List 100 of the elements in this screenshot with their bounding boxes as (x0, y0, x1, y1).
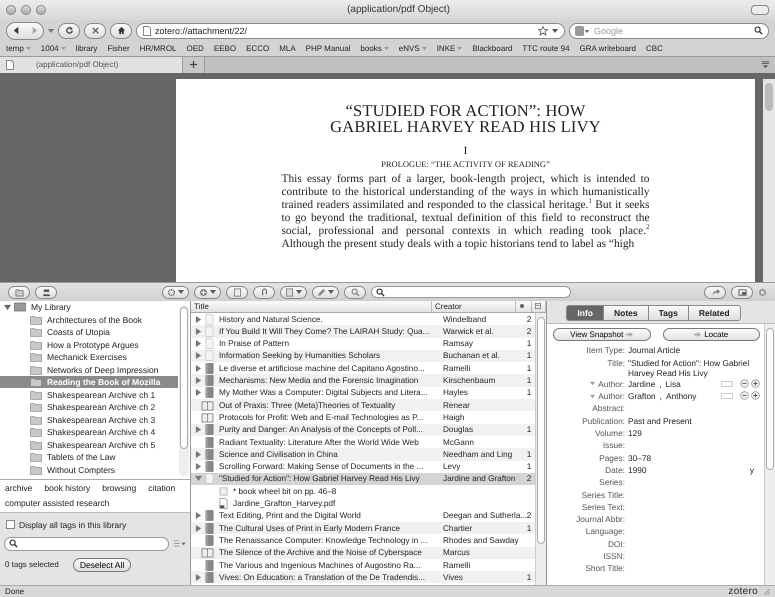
disclosure-triangle-icon[interactable] (194, 426, 202, 434)
collection-item[interactable]: Shakespearean Archive ch 1 (0, 388, 178, 401)
pane-tab[interactable]: Tags (648, 304, 689, 321)
author-last-name[interactable]: Grafton (628, 391, 656, 402)
collection-item[interactable]: How a Prototype Argues (0, 338, 178, 351)
search-icon[interactable] (754, 26, 763, 36)
browser-tab[interactable]: (application/pdf Object) (0, 56, 183, 72)
minus-icon[interactable] (740, 378, 749, 388)
new-note-button[interactable] (226, 286, 248, 298)
close-icon[interactable] (758, 288, 767, 296)
collection-item[interactable]: Shakespearean Archive ch 4 (0, 426, 178, 438)
tab-list-icon[interactable] (761, 60, 770, 70)
new-group-button[interactable] (35, 286, 57, 298)
collection-item[interactable]: Without Compters (0, 463, 178, 476)
address-field[interactable]: zotero://attachment/22/ (136, 22, 565, 39)
disclosure-triangle-icon[interactable] (194, 574, 202, 581)
locate-button[interactable]: Locate (662, 328, 760, 341)
scrollbar[interactable] (764, 324, 775, 585)
stop-button[interactable] (84, 22, 106, 39)
tag-item[interactable]: computer assisted research (5, 498, 110, 508)
reload-button[interactable] (58, 22, 80, 39)
bookmark-item[interactable]: GRA writeboard (580, 44, 636, 54)
item-row[interactable]: Mechanisms: New Media and the Forensic Imagination Kirschenbaum 1 (191, 374, 535, 387)
item-row[interactable]: If You Build It Will They Come? The LAIRAH Study: Qua... Warwick et al. 2 (191, 325, 535, 338)
bookmark-item[interactable]: library (76, 44, 98, 54)
zoom-window-button[interactable] (36, 4, 46, 15)
plus-icon[interactable] (751, 378, 760, 388)
tag-item[interactable]: citation (148, 483, 176, 494)
fullscreen-button[interactable] (731, 286, 753, 298)
sync-button[interactable] (704, 286, 726, 298)
item-row[interactable]: Purity and Danger: An Analysis of the Concepts of Poll... Douglas 1 (191, 424, 535, 436)
bookmark-item[interactable]: HR/MROL (140, 44, 176, 54)
home-button[interactable] (110, 22, 132, 39)
plus-icon[interactable] (751, 391, 760, 400)
new-tab-button[interactable] (183, 56, 205, 72)
link-button[interactable] (253, 286, 275, 298)
tag-item[interactable]: archive (5, 483, 32, 494)
item-row[interactable]: Le diverse et artificiose machine del Capitano Agostino... Ramelli 1 (191, 362, 535, 374)
item-row[interactable]: Out of Praxis: Three (Meta)Theories of Textuality Renear (191, 399, 535, 412)
bookmark-item[interactable]: ECCO (246, 44, 270, 54)
item-row[interactable]: Text Editing, Print and the Digital World Deegan and Sutherla...2 (191, 510, 535, 522)
item-row[interactable]: In Praise of Pattern Ramsay 1 (191, 338, 535, 350)
bookmark-item[interactable]: OED (186, 44, 204, 54)
column-header[interactable]: Creator (432, 300, 516, 312)
menu-icon[interactable] (173, 539, 186, 548)
pane-tab[interactable]: Notes (603, 304, 649, 321)
scrollbar[interactable] (535, 312, 546, 585)
close-window-button[interactable] (6, 4, 16, 15)
pane-tab[interactable]: Related (688, 304, 741, 321)
attachment-row[interactable]: Jardine_Grafton_Harvey.pdf (191, 497, 535, 510)
caret-icon[interactable] (590, 394, 596, 399)
item-row[interactable]: The Renaissance Computer: Knowledge Technology in ... Rhodes and Sawday (191, 534, 535, 547)
scrollbar[interactable] (763, 78, 775, 282)
field-value[interactable]: 1990 (628, 464, 750, 475)
author-last-name[interactable]: Jardine (628, 378, 656, 389)
actions-menu-button[interactable] (162, 286, 189, 298)
author-first-name[interactable]: Lisa (666, 378, 716, 389)
collection-item[interactable]: Architectures of the Book (0, 313, 178, 326)
field-value[interactable]: "Studied for Action": How Gabriel Harvey Read His Livy (628, 358, 760, 378)
column-header[interactable]: Title (191, 300, 432, 312)
bookmark-item[interactable]: temp (6, 44, 31, 54)
bookmark-item[interactable]: EEBO (214, 44, 236, 54)
item-row[interactable]: History and Natural Science. Windelband 2 (191, 312, 535, 326)
item-row[interactable]: Science and Civilisation in China Needham and Ling 1 (191, 448, 535, 460)
bookmark-item[interactable]: Blackboard (472, 44, 512, 54)
bookmark-item[interactable]: Fisher (107, 44, 130, 54)
search-engine-icon[interactable] (575, 26, 589, 36)
bookmark-item[interactable]: CBC (646, 44, 663, 54)
attachment-row[interactable]: * book wheel bit on pp. 46–8 (191, 485, 535, 498)
item-row[interactable]: Scrolling Forward: Making Sense of Documents in the ... Levy 1 (191, 460, 535, 473)
minimize-window-button[interactable] (21, 4, 31, 15)
item-row[interactable]: Vives: On Education: a Translation of the De Tradendis... Vives 1 (191, 571, 535, 584)
disclosure-triangle-icon[interactable] (4, 304, 11, 311)
item-row[interactable]: The Cultural Uses of Print in Early Modern France Chartier 1 (191, 522, 535, 534)
checkbox[interactable] (6, 520, 15, 530)
caret-icon[interactable] (590, 381, 596, 386)
bookmark-item[interactable]: INKE (436, 44, 462, 54)
column-picker[interactable] (532, 300, 546, 312)
field-value[interactable]: 129 (628, 428, 760, 438)
item-row[interactable]: "Studied for Action": How Gabriel Harvey Read His Livy Jardine and Grafton 2 (191, 472, 535, 486)
item-row[interactable]: Protocols for Profit: Web and E-mail Technologies as P... Haigh (191, 411, 535, 424)
minus-icon[interactable] (740, 391, 749, 400)
annotate-menu-button[interactable] (312, 286, 339, 298)
scrollbar[interactable] (179, 304, 189, 477)
item-row[interactable]: Information Seeking by Humanities Scholars Buchanan et al. 1 (191, 350, 535, 362)
tag-search-field[interactable] (4, 536, 169, 551)
tag-item[interactable]: browsing (102, 483, 136, 494)
field-value[interactable]: Past and Present (628, 416, 760, 426)
locate-toolbar-button[interactable] (344, 286, 366, 298)
collection-item[interactable]: Mechanick Exercises (0, 350, 178, 364)
field-value[interactable]: Journal Article (628, 345, 760, 356)
tag-item[interactable]: book history (44, 483, 90, 494)
new-collection-button[interactable] (8, 286, 30, 298)
bookmark-item[interactable]: MLA (279, 44, 296, 54)
search-field[interactable]: Google (569, 22, 769, 39)
field-value[interactable]: 30–78 (628, 452, 760, 463)
author-first-name[interactable]: Anthony (666, 391, 716, 402)
resize-grip-icon[interactable] (762, 587, 770, 596)
item-row[interactable]: The Various and Ingenious Machines of Augostino Ra... Ramelli (191, 558, 535, 572)
view-snapshot-button[interactable]: View Snapshot (553, 328, 650, 341)
